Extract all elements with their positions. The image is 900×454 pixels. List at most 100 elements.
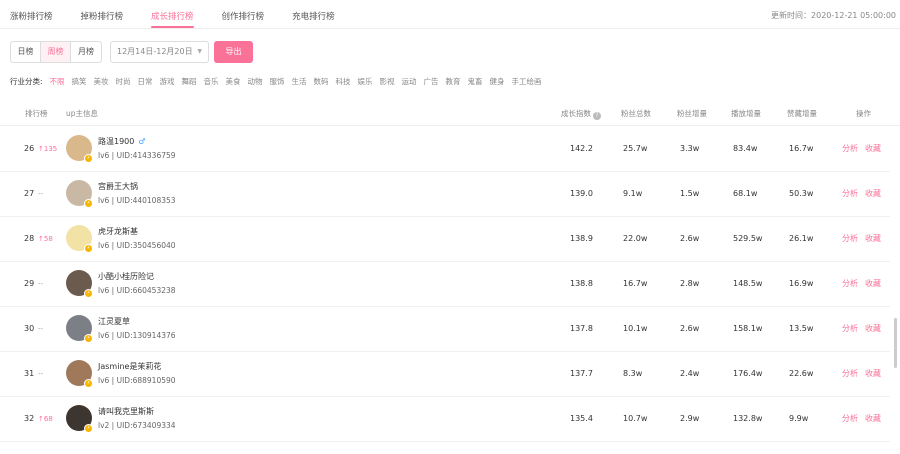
analyze-link[interactable]: 分析 (842, 217, 858, 261)
help-icon[interactable]: ? (593, 112, 601, 120)
industry-category[interactable]: 娱乐 (358, 76, 373, 87)
rank-number: 32 (24, 414, 35, 423)
industry-category[interactable]: 动物 (248, 76, 263, 87)
tab-fans-gain[interactable]: 涨粉排行榜 (10, 8, 53, 26)
growth-index: 135.4 (570, 414, 593, 423)
verified-icon: ⚡ (84, 424, 93, 433)
scrollbar[interactable] (894, 318, 897, 368)
fans-increase: 2.6w (680, 234, 700, 243)
industry-category[interactable]: 生活 (292, 76, 307, 87)
industry-filter: 行业分类: 不限 搞笑 美妆 时尚 日常 游戏 舞蹈 音乐 美食 动物 服饰 生活 数码 科技 娱乐 影视 运动… (10, 76, 549, 87)
industry-category[interactable]: 手工绘画 (512, 76, 542, 87)
analyze-link[interactable]: 分析 (842, 172, 858, 216)
fans-total: 16.7w (623, 279, 648, 288)
favorite-link[interactable]: 收藏 (865, 172, 881, 216)
rank-trend: ↑58 (38, 235, 53, 243)
play-increase: 176.4w (733, 369, 763, 378)
like-increase: 16.9w (789, 279, 814, 288)
up-name[interactable]: 宫爵王大锅 (98, 181, 138, 192)
industry-category[interactable]: 搞笑 (72, 76, 87, 87)
industry-category[interactable]: 美食 (226, 76, 241, 87)
like-increase: 26.1w (789, 234, 814, 243)
table-row: 31 -- ⚡ Jasmine是茉莉花 lv6 | UID:688910590 137.7… (0, 352, 890, 397)
tab-growth[interactable]: 成长排行榜 (151, 8, 194, 28)
industry-category[interactable]: 教育 (446, 76, 461, 87)
export-button[interactable]: 导出 (214, 41, 253, 63)
analyze-link[interactable]: 分析 (842, 262, 858, 306)
favorite-link[interactable]: 收藏 (865, 127, 881, 171)
industry-category[interactable]: 健身 (490, 76, 505, 87)
growth-index: 138.9 (570, 234, 593, 243)
favorite-link[interactable]: 收藏 (865, 307, 881, 351)
tab-charge[interactable]: 充电排行榜 (292, 8, 335, 26)
industry-category[interactable]: 鬼畜 (468, 76, 483, 87)
industry-category[interactable]: 游戏 (160, 76, 175, 87)
industry-category[interactable]: 不限 (50, 76, 65, 87)
growth-index: 139.0 (570, 189, 593, 198)
fans-increase: 3.3w (680, 144, 700, 153)
table-row: 29 -- ⚡ 小酷小桂历险记 lv6 | UID:660453238 138.8 16.7… (0, 262, 890, 307)
fans-total: 10.7w (623, 414, 648, 423)
col-operation: 操作 (856, 109, 871, 118)
update-time: 更新时间：2020-12-21 05:00:00 (771, 11, 896, 20)
col-growth: 成长指数? (561, 102, 601, 126)
rank-trend: ↑68 (38, 415, 53, 423)
up-name-text: 请叫我克里斯斯 (98, 407, 154, 416)
col-up-info: up主信息 (66, 109, 99, 118)
industry-category[interactable]: 时尚 (116, 76, 131, 87)
industry-category[interactable]: 日常 (138, 76, 153, 87)
tab-creation[interactable]: 创作排行榜 (222, 8, 265, 26)
analyze-link[interactable]: 分析 (842, 352, 858, 396)
up-name[interactable]: 虎牙龙斯基 (98, 226, 138, 237)
industry-category[interactable]: 舞蹈 (182, 76, 197, 87)
period-daily-button[interactable]: 日榜 (11, 42, 41, 62)
up-name[interactable]: Jasmine是茉莉花 (98, 361, 161, 372)
up-level-uid: lv6 | UID:440108353 (98, 196, 176, 205)
analyze-link[interactable]: 分析 (842, 307, 858, 351)
analyze-link[interactable]: 分析 (842, 397, 858, 441)
industry-category[interactable]: 影视 (380, 76, 395, 87)
favorite-link[interactable]: 收藏 (865, 217, 881, 261)
rank-number: 26 (24, 144, 35, 153)
up-name-text: 小酷小桂历险记 (98, 272, 154, 281)
rank-trend: ↑135 (38, 145, 58, 153)
table-row: 30 -- ⚡ 江灵夏草 lv6 | UID:130914376 137.8 10.1w 2.… (0, 307, 890, 352)
like-increase: 50.3w (789, 189, 814, 198)
up-name[interactable]: 江灵夏草 (98, 316, 130, 327)
play-increase: 158.1w (733, 324, 763, 333)
fans-total: 22.0w (623, 234, 648, 243)
fans-increase: 2.6w (680, 324, 700, 333)
up-level-uid: lv6 | UID:660453238 (98, 286, 176, 295)
favorite-link[interactable]: 收藏 (865, 397, 881, 441)
up-name-text: 江灵夏草 (98, 317, 130, 326)
industry-category[interactable]: 科技 (336, 76, 351, 87)
growth-index: 137.7 (570, 369, 593, 378)
rank-trend: -- (38, 370, 44, 378)
rank-number: 31 (24, 369, 35, 378)
industry-category[interactable]: 美妆 (94, 76, 109, 87)
growth-index: 137.8 (570, 324, 593, 333)
up-name[interactable]: 小酷小桂历险记 (98, 271, 154, 282)
period-weekly-button[interactable]: 周榜 (41, 42, 71, 62)
up-level-uid: lv6 | UID:350456040 (98, 241, 176, 250)
up-name-text: 路温1900 (98, 137, 135, 146)
fans-total: 25.7w (623, 144, 648, 153)
up-name[interactable]: 请叫我克里斯斯 (98, 406, 154, 417)
industry-category[interactable]: 数码 (314, 76, 329, 87)
industry-category[interactable]: 音乐 (204, 76, 219, 87)
up-name-text: 宫爵王大锅 (98, 182, 138, 191)
favorite-link[interactable]: 收藏 (865, 262, 881, 306)
table-row: 26 ↑135 ⚡ 路温1900 ♂ lv6 | UID:414336759 142.2 25… (0, 127, 890, 172)
like-increase: 9.9w (789, 414, 809, 423)
up-name[interactable]: 路温1900 ♂ (98, 136, 146, 147)
industry-category[interactable]: 广告 (424, 76, 439, 87)
industry-category[interactable]: 服饰 (270, 76, 285, 87)
fans-increase: 2.8w (680, 279, 700, 288)
industry-category[interactable]: 运动 (402, 76, 417, 87)
favorite-link[interactable]: 收藏 (865, 352, 881, 396)
tabs-divider (0, 28, 900, 29)
period-monthly-button[interactable]: 月榜 (71, 42, 101, 62)
tab-fans-loss[interactable]: 掉粉排行榜 (81, 8, 124, 26)
analyze-link[interactable]: 分析 (842, 127, 858, 171)
date-range-select[interactable]: 12月14日-12月20日 ▼ (110, 41, 209, 63)
